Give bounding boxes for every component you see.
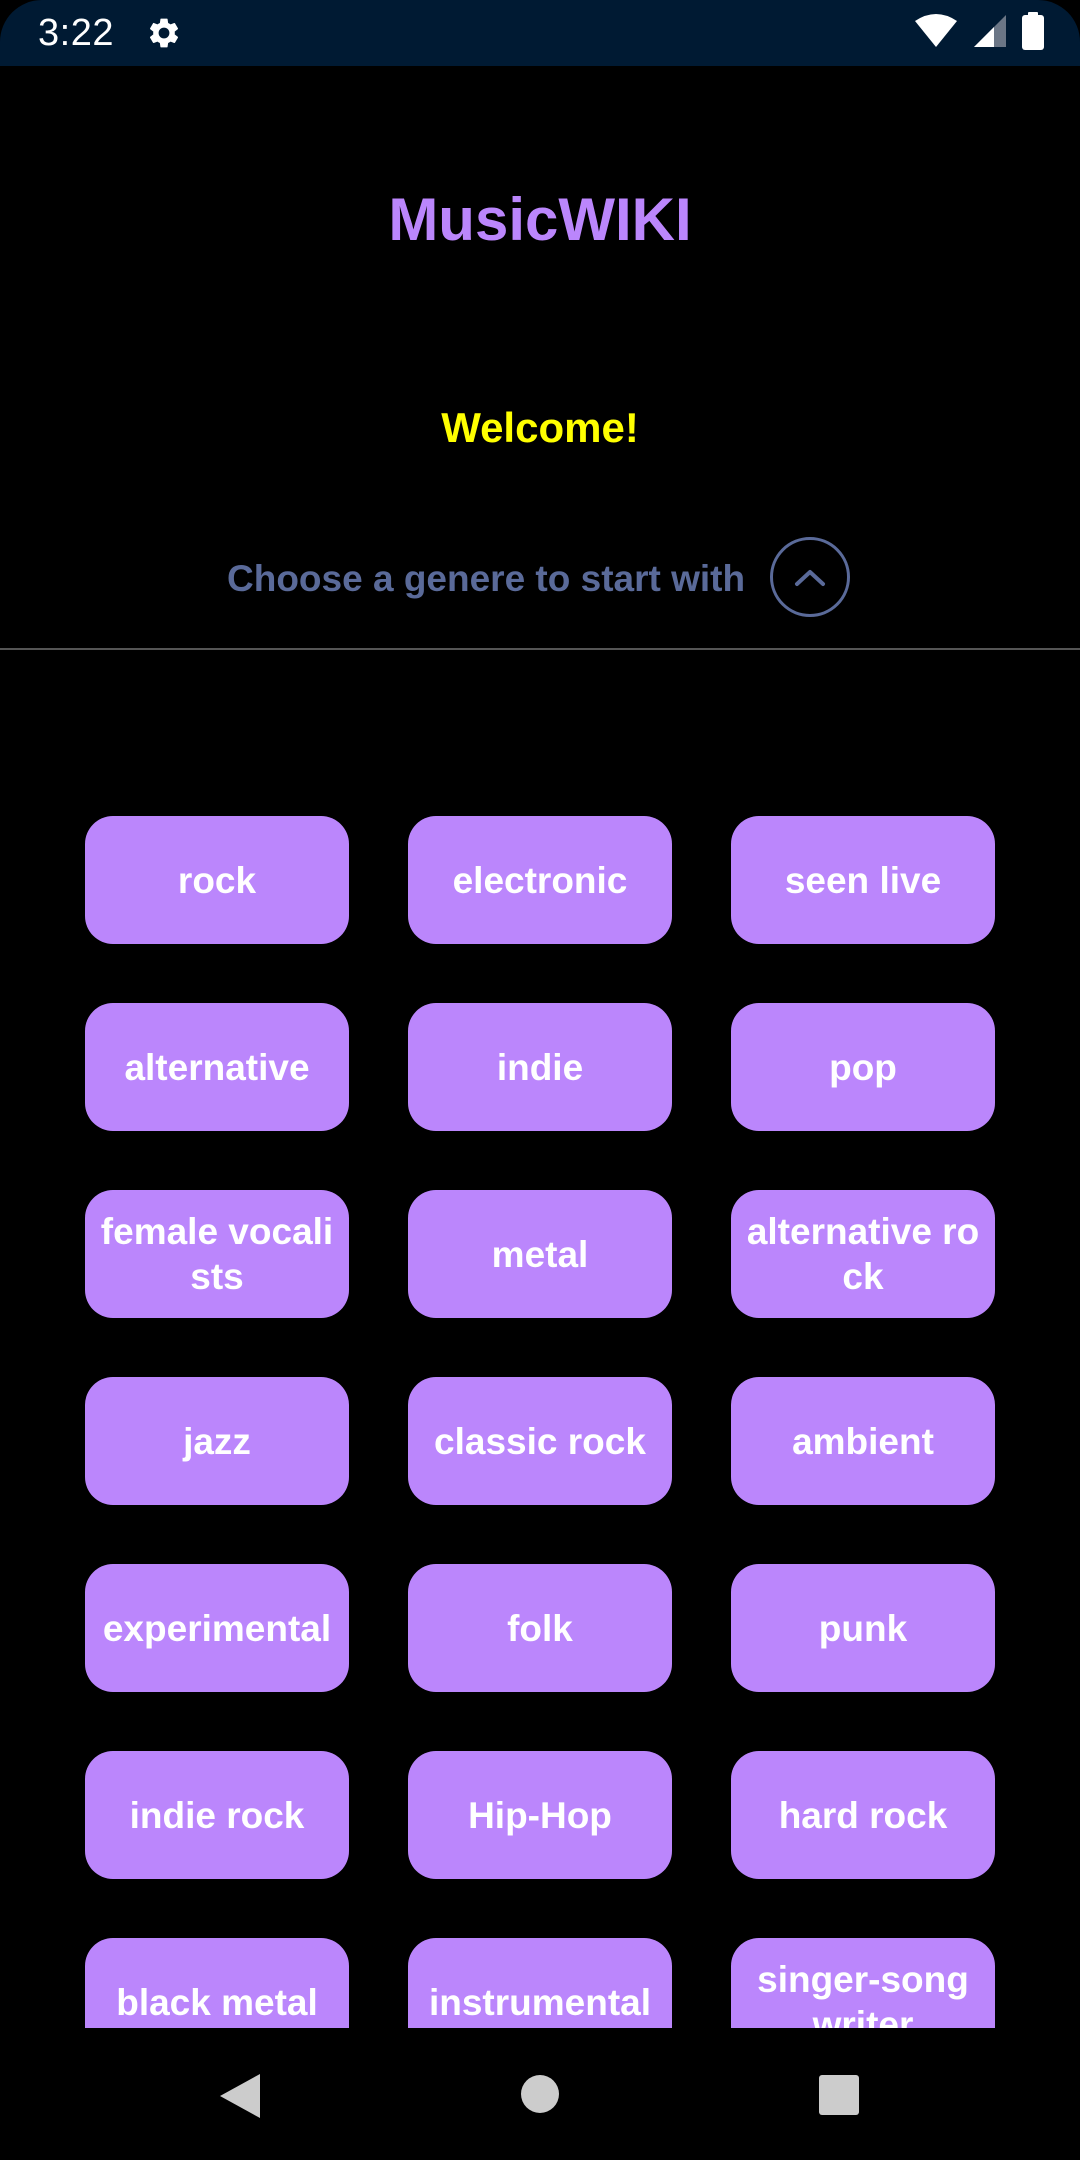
genre-chip-classic-rock[interactable]: classic rock [408, 1377, 672, 1505]
chevron-up-icon [795, 570, 825, 586]
genre-chip-instrumental[interactable]: instrumental [408, 1938, 672, 2028]
welcome-text: Welcome! [441, 404, 639, 451]
home-icon[interactable] [520, 2074, 560, 2114]
genre-chip-hard-rock[interactable]: hard rock [731, 1751, 995, 1879]
genre-chip-folk[interactable]: folk [408, 1564, 672, 1692]
signal-icon [972, 13, 1008, 54]
status-time: 3:22 [38, 12, 114, 54]
genre-chip-female-vocalists[interactable]: female vocalists [85, 1190, 349, 1318]
wifi-icon [914, 13, 958, 54]
genre-chip-hip-hop[interactable]: Hip-Hop [408, 1751, 672, 1879]
screen: 3:22 MusicWIKI Welcome! Choose a genere … [0, 0, 1080, 2160]
genre-chip-experimental[interactable]: experimental [85, 1564, 349, 1692]
genre-chip-seen-live[interactable]: seen live [731, 816, 995, 944]
genre-prompt-row: Choose a genere to start with [0, 536, 1080, 624]
status-icons [914, 11, 1044, 55]
genre-chip-black-metal[interactable]: black metal [85, 1938, 349, 2028]
genre-chip-ambient[interactable]: ambient [731, 1377, 995, 1505]
genre-chip-metal[interactable]: metal [408, 1190, 672, 1318]
navigation-bar [0, 2028, 1080, 2160]
genre-chip-alternative-rock[interactable]: alternative rock [731, 1190, 995, 1318]
genre-grid: rock electronic seen live alternative in… [85, 816, 995, 2028]
genre-chip-pop[interactable]: pop [731, 1003, 995, 1131]
genre-chip-singer-songwriter[interactable]: singer-songwriter [731, 1938, 995, 2028]
genre-chip-alternative[interactable]: alternative [85, 1003, 349, 1131]
genre-prompt: Choose a genere to start with [227, 558, 746, 599]
genre-chip-jazz[interactable]: jazz [85, 1377, 349, 1505]
genre-chip-rock[interactable]: rock [85, 816, 349, 944]
battery-icon [1022, 11, 1044, 55]
genre-chip-indie-rock[interactable]: indie rock [85, 1751, 349, 1879]
back-icon[interactable] [218, 2072, 262, 2120]
gear-icon [146, 15, 182, 51]
genre-list[interactable]: rock electronic seen live alternative in… [0, 650, 1080, 2028]
genre-chip-electronic[interactable]: electronic [408, 816, 672, 944]
app-title: MusicWIKI [388, 186, 692, 253]
genre-chip-punk[interactable]: punk [731, 1564, 995, 1692]
genre-chip-indie[interactable]: indie [408, 1003, 672, 1131]
recents-icon[interactable] [818, 2074, 860, 2116]
collapse-button[interactable] [770, 537, 850, 617]
status-bar: 3:22 [0, 0, 1080, 66]
